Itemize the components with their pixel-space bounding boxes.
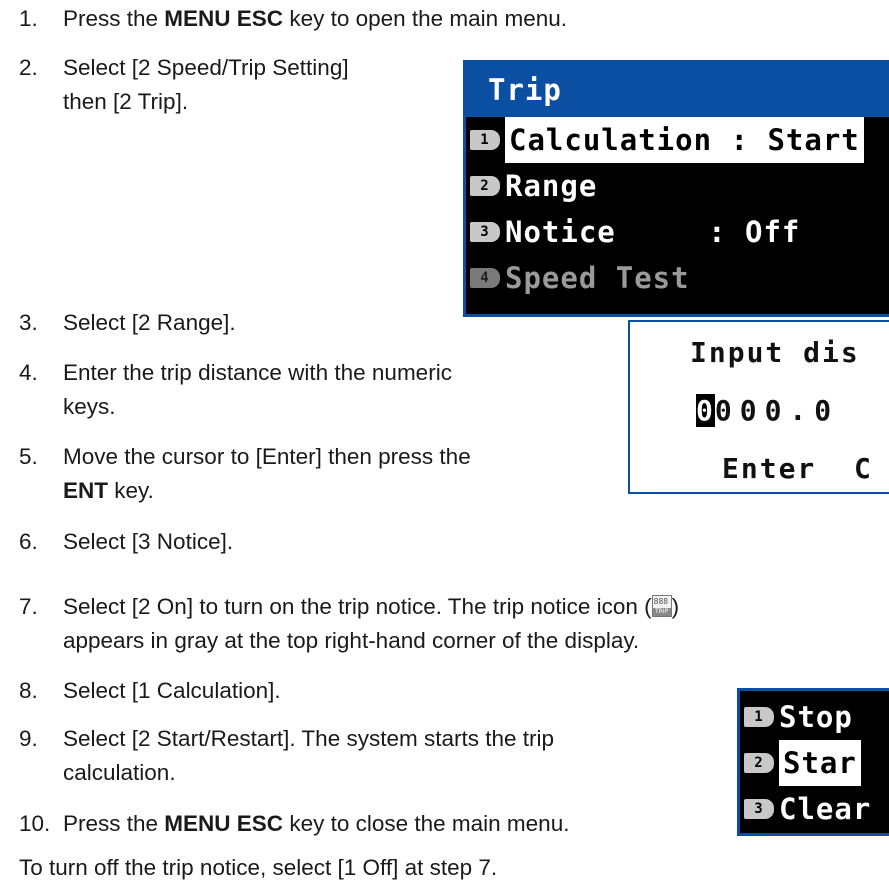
input-distance-dialog: Input dis 0000.0 Enter C (628, 320, 889, 494)
menu-item-speed-test: 4 Speed Test (466, 255, 889, 301)
step-number: 7. (19, 594, 38, 619)
step-number: 8. (19, 678, 38, 703)
numkey-2-icon: 2 (470, 176, 500, 196)
step-number: 3. (19, 310, 38, 335)
step-number: 1. (19, 6, 38, 31)
menu-item-calculation[interactable]: 1 Calculation : Start (466, 117, 889, 163)
numkey-1-icon: 1 (744, 707, 774, 727)
step-10: 10. Press the MENU ESC key to close the m… (19, 807, 569, 841)
footer-note: To turn off the trip notice, select [1 O… (19, 855, 498, 880)
menu-item-start[interactable]: 2 Star (740, 740, 889, 786)
key-name: MENU ESC (164, 811, 284, 836)
numkey-4-icon: 4 (470, 268, 500, 288)
step-number: 5. (19, 444, 38, 469)
menu-item-stop[interactable]: 1 Stop (740, 694, 889, 740)
numkey-1-icon: 1 (470, 130, 500, 150)
step-number: 9. (19, 726, 38, 751)
menu-item-notice[interactable]: 3 Notice : Off (466, 209, 889, 255)
step-4: 4. Enter the trip distance with the numer… (19, 356, 452, 424)
trip-menu-title: Trip (466, 63, 889, 117)
step-number: 2. (19, 55, 38, 80)
menu-item-clear[interactable]: 3 Clear (740, 786, 889, 832)
step-2: 2. Select [2 Speed/Trip Setting] then [2 … (19, 51, 349, 119)
distance-value[interactable]: 0000.0 (696, 394, 839, 427)
key-name: ENT (63, 478, 108, 503)
step-number: 6. (19, 529, 38, 554)
step-number: 4. (19, 360, 38, 385)
input-cursor: 0 (696, 394, 715, 427)
step-6: 6. Select [3 Notice]. (19, 525, 233, 559)
step-5: 5. Move the cursor to [Enter] then press … (19, 440, 471, 508)
step-number: 10. (19, 811, 51, 836)
calculation-submenu-screen: 1 Stop 2 Star 3 Clear (737, 688, 889, 836)
step-8: 8. Select [1 Calculation]. (19, 674, 281, 708)
numkey-2-icon: 2 (744, 753, 774, 773)
dialog-buttons[interactable]: Enter C (722, 452, 873, 485)
input-prompt: Input dis (690, 336, 860, 369)
step-1: 1. Press the MENU ESC key to open the mai… (19, 2, 567, 36)
step-3: 3. Select [2 Range]. (19, 306, 236, 340)
numkey-3-icon: 3 (470, 222, 500, 242)
menu-item-range[interactable]: 2 Range (466, 163, 889, 209)
trip-notice-icon: 888 TRIP (651, 595, 672, 617)
trip-menu-screen: Trip 1 Calculation : Start 2 Range 3 Not… (463, 60, 889, 317)
step-7: 7. Select [2 On] to turn on the trip noti… (19, 590, 679, 658)
key-name: MENU ESC (164, 6, 284, 31)
numkey-3-icon: 3 (744, 799, 774, 819)
step-9: 9. Select [2 Start/Restart]. The system s… (19, 722, 554, 790)
